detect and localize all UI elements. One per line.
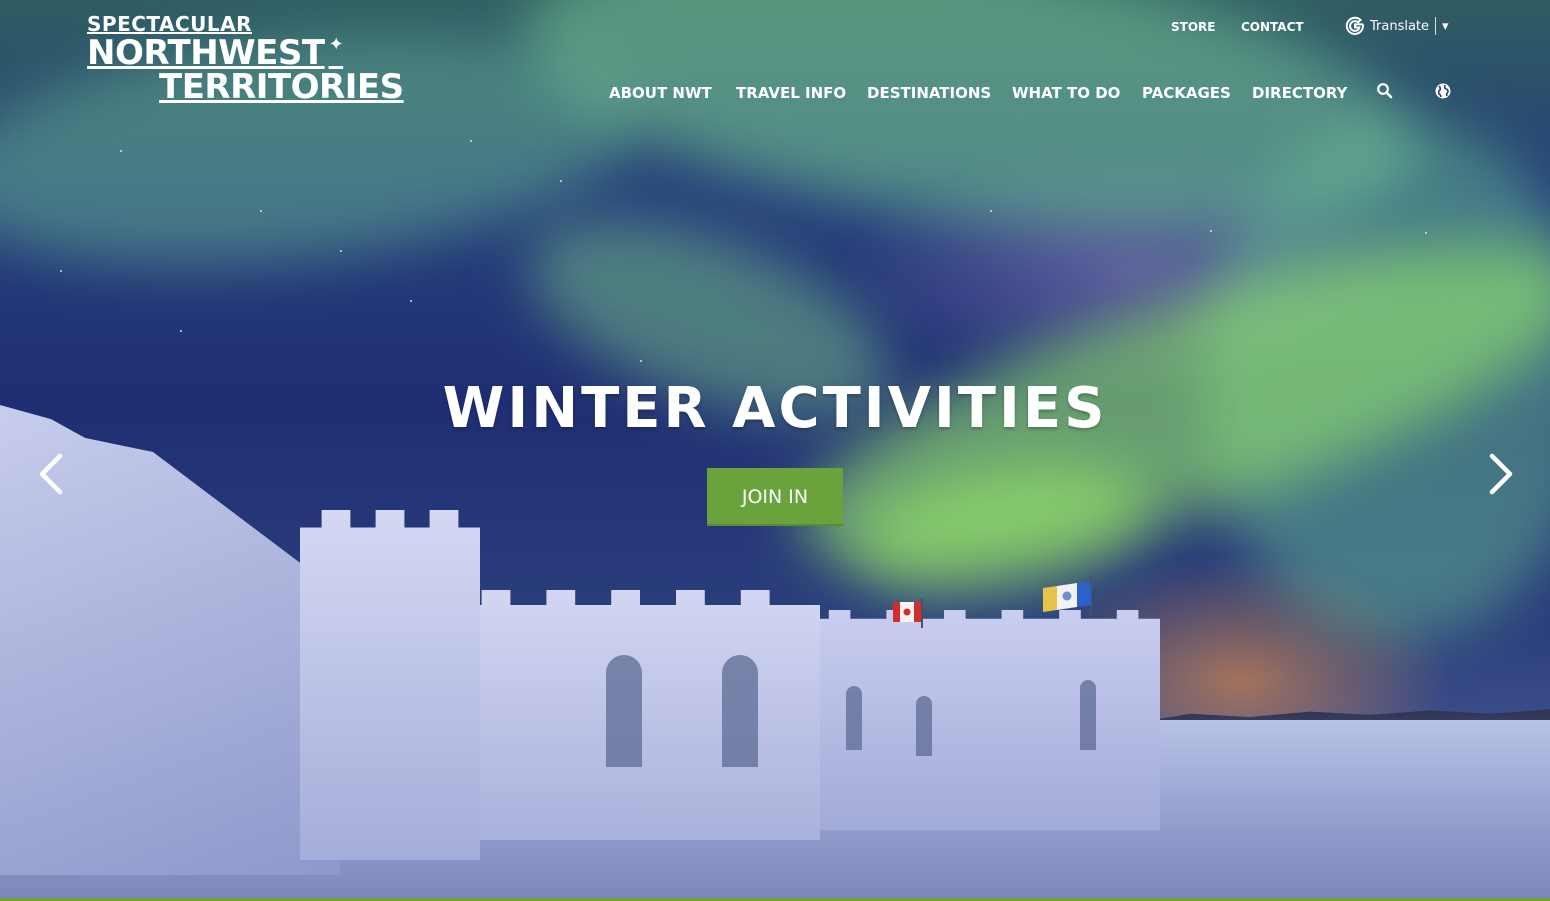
star xyxy=(340,250,342,252)
star xyxy=(180,330,182,332)
star xyxy=(410,300,412,302)
hero-title: WINTER ACTIVITIES xyxy=(442,376,1108,441)
star xyxy=(990,210,992,212)
store-link[interactable]: STORE xyxy=(1171,20,1215,34)
translate-widget[interactable]: Translate ▾ xyxy=(1345,16,1449,36)
logo-text-middle: NORTHWEST ✦ xyxy=(87,34,392,71)
chevron-left-icon[interactable] xyxy=(32,450,72,498)
star xyxy=(60,270,62,272)
nav-item-about-nwt[interactable]: ABOUT NWT xyxy=(609,84,712,102)
canada-flag xyxy=(893,602,921,622)
contact-link[interactable]: CONTACT xyxy=(1241,20,1304,34)
castle-arch-window xyxy=(606,655,642,767)
star xyxy=(260,210,262,212)
castle-arch-window xyxy=(1080,680,1096,750)
star xyxy=(640,360,642,362)
nwt-flag xyxy=(1043,582,1091,612)
star xyxy=(470,140,472,142)
castle-arch-window xyxy=(916,696,932,756)
nav-item-directory[interactable]: DIRECTORY xyxy=(1252,84,1347,102)
snow-castle-tower xyxy=(300,510,480,860)
site-logo[interactable]: SPECTACULAR NORTHWEST ✦ TERRITORIES xyxy=(87,12,404,107)
translate-divider xyxy=(1435,17,1437,35)
logo-text-top: SPECTACULAR xyxy=(87,12,253,36)
nav-item-travel-info[interactable]: TRAVEL INFO xyxy=(736,84,846,102)
translate-label: Translate xyxy=(1370,18,1430,34)
star xyxy=(1425,232,1427,234)
chevron-right-icon[interactable] xyxy=(1480,450,1520,498)
nav-item-destinations[interactable]: DESTINATIONS xyxy=(867,84,991,102)
castle-arch-window xyxy=(722,655,758,767)
search-icon[interactable] xyxy=(1376,82,1394,100)
castle-arch-window xyxy=(846,686,862,750)
nav-item-packages[interactable]: PACKAGES xyxy=(1142,84,1231,102)
chevron-down-icon: ▾ xyxy=(1442,18,1449,34)
logo-text-bottom: TERRITORIES xyxy=(159,67,404,107)
hero-background xyxy=(0,0,1550,901)
flag-pole xyxy=(921,598,923,628)
nav-item-what-to-do[interactable]: WHAT TO DO xyxy=(1012,84,1120,102)
globe-icon[interactable] xyxy=(1434,82,1452,100)
maple-leaf-icon: ✦ xyxy=(328,34,344,55)
star xyxy=(560,180,562,182)
star xyxy=(120,150,122,152)
join-in-button[interactable]: JOIN IN xyxy=(707,468,843,526)
google-g-icon xyxy=(1345,16,1365,35)
star xyxy=(1210,230,1212,232)
